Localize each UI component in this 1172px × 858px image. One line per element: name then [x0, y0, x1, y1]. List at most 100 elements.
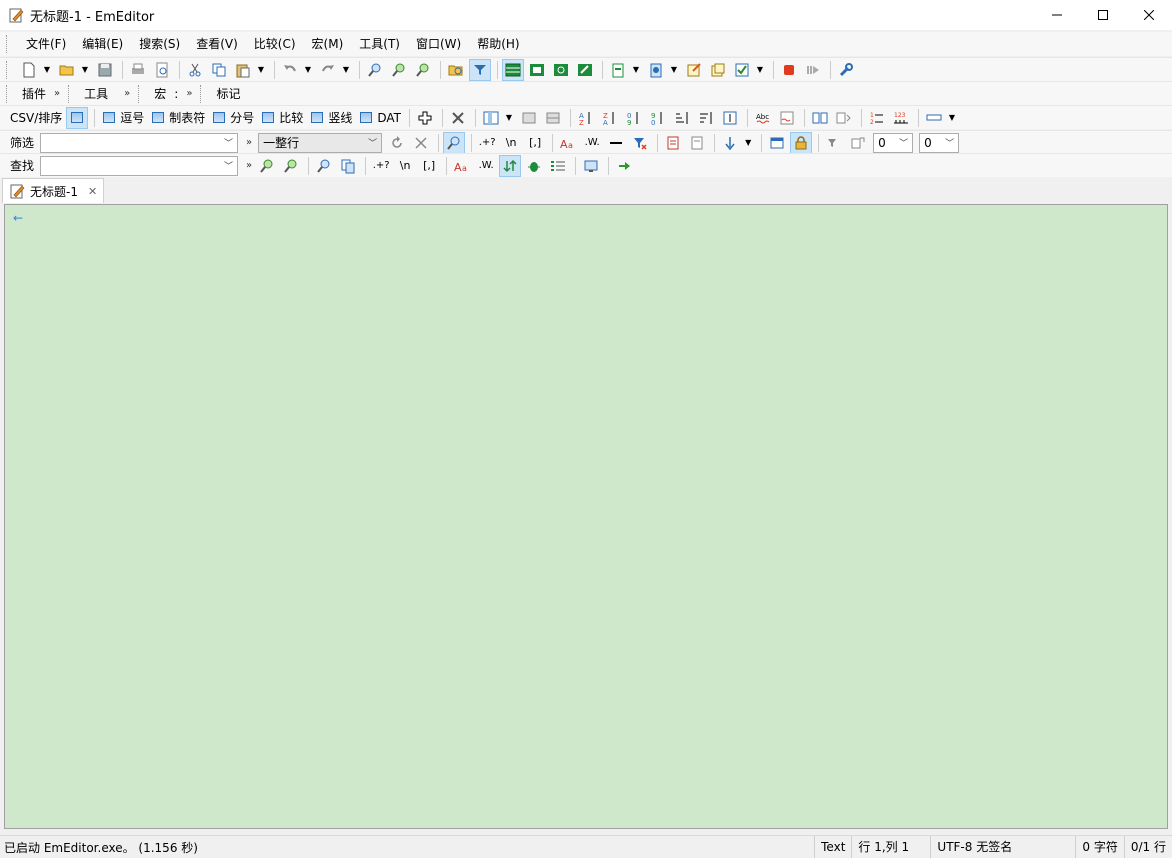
sort-length-ascending-button[interactable] — [671, 107, 693, 129]
view-sync-button[interactable] — [550, 59, 572, 81]
sort-09-button[interactable]: 09 — [623, 107, 645, 129]
menu-search[interactable]: 搜索(S) — [131, 33, 188, 55]
refresh-filter-button[interactable] — [386, 132, 408, 154]
find-in-output-button[interactable] — [580, 155, 602, 177]
find-regex-button[interactable]: .+? — [370, 155, 392, 177]
csv-compare-button[interactable]: 比较 — [258, 107, 307, 129]
toolbar-grip[interactable] — [6, 35, 10, 53]
find-input[interactable]: ﹀ — [40, 155, 239, 176]
all-configurations-button[interactable] — [707, 59, 729, 81]
menu-tools[interactable]: 工具(T) — [351, 33, 408, 55]
escape-sequence-button[interactable]: \n — [500, 132, 522, 154]
csv-normal-mode-button[interactable] — [66, 106, 89, 129]
status-encoding[interactable]: UTF-8 无签名 — [930, 836, 1075, 858]
tab-untitled-1[interactable]: 无标题-1 ✕ — [2, 178, 104, 203]
run-macro-button[interactable] — [802, 59, 824, 81]
sync-scroll-button[interactable] — [833, 107, 855, 129]
match-case-button[interactable]: Aa — [557, 132, 579, 154]
close-button[interactable] — [1126, 0, 1172, 30]
column-select-dropdown[interactable]: ▼ — [504, 107, 514, 129]
csv-dat-button[interactable]: DAT — [356, 107, 405, 129]
menu-edit[interactable]: 编辑(E) — [74, 33, 131, 55]
minimize-button[interactable] — [1034, 0, 1080, 30]
find-wrap-around-button[interactable] — [499, 154, 522, 177]
find-go-button[interactable] — [613, 155, 635, 177]
status-position[interactable]: 行 1,列 1 — [851, 836, 930, 858]
menu-macro[interactable]: 宏(M) — [304, 33, 352, 55]
whole-word-button[interactable]: .W. — [581, 132, 603, 154]
filter-toggle-button[interactable] — [469, 58, 491, 81]
clear-all-filters-button[interactable] — [629, 132, 651, 154]
sort-za-button[interactable]: ZA — [599, 107, 621, 129]
configuration-button[interactable] — [607, 59, 629, 81]
spell-options-button[interactable] — [776, 107, 798, 129]
chevron-down-icon[interactable]: ﹀ — [368, 136, 377, 149]
wrap-button[interactable] — [923, 107, 945, 129]
spell-check-button[interactable]: Abc — [752, 107, 774, 129]
undo-dropdown[interactable]: ▼ — [303, 59, 313, 81]
close-tab-icon[interactable]: ✕ — [88, 185, 97, 198]
chevron-more-icon[interactable]: » — [50, 88, 64, 99]
line-numbers-button[interactable]: 12 — [866, 107, 888, 129]
find-bracket-button[interactable]: [,] — [418, 155, 440, 177]
toolbar-grip[interactable] — [138, 84, 142, 103]
paste-dropdown[interactable]: ▼ — [256, 59, 266, 81]
csv-comma-button[interactable]: 逗号 — [99, 107, 148, 129]
status-mode[interactable]: Text — [814, 836, 851, 858]
csv-add-button[interactable] — [414, 107, 436, 129]
view-toolbar-button[interactable] — [502, 58, 524, 81]
filter-direction-dropdown[interactable]: ▼ — [743, 132, 753, 154]
chevron-more-icon[interactable]: » — [242, 137, 256, 148]
negative-filter-button[interactable] — [605, 132, 627, 154]
bracket-button[interactable]: [,] — [524, 132, 546, 154]
encoding-dropdown[interactable]: ▼ — [669, 59, 679, 81]
toolbar-grip[interactable] — [6, 60, 10, 79]
configuration-dropdown[interactable]: ▼ — [631, 59, 641, 81]
filter-direction-button[interactable] — [719, 132, 741, 154]
filter-window-button[interactable] — [766, 132, 788, 154]
toolbar-grip[interactable] — [68, 84, 72, 103]
copy-button[interactable] — [208, 59, 230, 81]
menu-view[interactable]: 查看(V) — [188, 33, 246, 55]
view-markers-button[interactable] — [574, 59, 596, 81]
toolbar-grip[interactable] — [200, 84, 204, 103]
filter-document-button[interactable] — [686, 132, 708, 154]
csv-semicolon-button[interactable]: 分号 — [209, 107, 258, 129]
find-batch-button[interactable] — [337, 155, 359, 177]
sort-az-button[interactable]: AZ — [575, 107, 597, 129]
editor-area[interactable]: ← — [4, 204, 1168, 829]
menu-compare[interactable]: 比较(C) — [246, 33, 304, 55]
find-next-button[interactable] — [256, 155, 278, 177]
print-button[interactable] — [127, 59, 149, 81]
print-preview-button[interactable] — [151, 59, 173, 81]
find-bug-button[interactable] — [523, 155, 545, 177]
open-dropdown[interactable]: ▼ — [80, 59, 90, 81]
csv-tab-button[interactable]: 制表符 — [148, 107, 209, 129]
find-button[interactable] — [364, 59, 386, 81]
filter-extract-button[interactable] — [847, 132, 869, 154]
csv-convert-button[interactable] — [518, 107, 540, 129]
filter-lock-button[interactable] — [790, 131, 813, 154]
filter-bookmark-button[interactable] — [662, 132, 684, 154]
find-highlight-button[interactable] — [313, 155, 335, 177]
column-select-button[interactable] — [480, 107, 502, 129]
open-button[interactable] — [56, 59, 78, 81]
redo-button[interactable] — [317, 59, 339, 81]
find-previous-button[interactable] — [412, 59, 434, 81]
encoding-button[interactable] — [645, 59, 667, 81]
filter-scope-select[interactable]: 一整行 ﹀ — [258, 132, 383, 153]
new-dropdown[interactable]: ▼ — [42, 59, 52, 81]
sort-length-descending-button[interactable] — [695, 107, 717, 129]
filter-context-after-select[interactable]: 0 ﹀ — [919, 132, 960, 153]
find-previous-button[interactable] — [280, 155, 302, 177]
clear-filter-button[interactable] — [410, 132, 432, 154]
customize-button[interactable] — [683, 59, 705, 81]
chevron-down-icon[interactable]: ﹀ — [224, 136, 233, 149]
sort-90-button[interactable]: 90 — [647, 107, 669, 129]
regex-button[interactable]: .+? — [476, 132, 498, 154]
menu-window[interactable]: 窗口(W) — [408, 33, 469, 55]
undo-button[interactable] — [279, 59, 301, 81]
split-view-button[interactable] — [809, 107, 831, 129]
find-next-button[interactable] — [388, 59, 410, 81]
tools-button[interactable] — [835, 59, 857, 81]
